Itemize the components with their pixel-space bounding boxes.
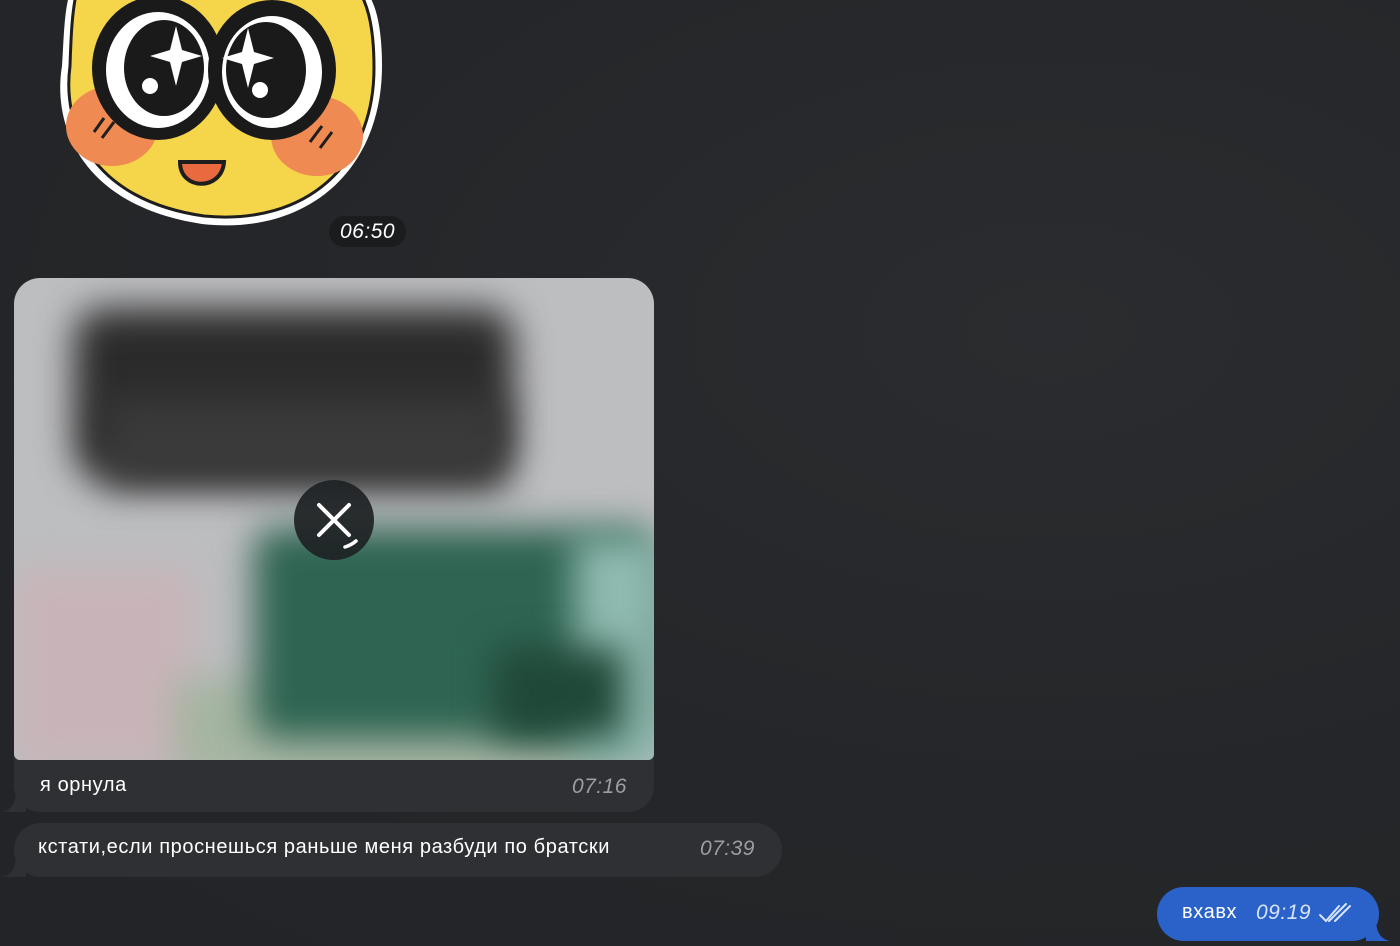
bubble-tail-icon bbox=[1366, 919, 1390, 941]
message-text: кстати,если проснешься раньше меня разбу… bbox=[38, 836, 610, 858]
photo-region bbox=[104, 398, 504, 488]
blurred-photo[interactable] bbox=[14, 278, 654, 760]
message-timestamp: 09:19 bbox=[1256, 901, 1312, 924]
bubble-tail-icon bbox=[2, 855, 26, 877]
photo-message[interactable]: я орнула 07:16 bbox=[14, 278, 654, 812]
message-text: вхавх bbox=[1182, 901, 1238, 923]
sticker-timestamp: 06:50 bbox=[329, 216, 407, 247]
photo-caption: я орнула bbox=[40, 774, 127, 796]
sticker-message[interactable] bbox=[52, 0, 384, 232]
close-icon bbox=[317, 503, 358, 549]
outgoing-text-message[interactable]: вхавх 09:19 bbox=[1157, 887, 1379, 941]
incoming-text-message[interactable]: кстати,если проснешься раньше меня разбу… bbox=[14, 823, 782, 877]
double-check-icon bbox=[1319, 903, 1351, 922]
bubble-tail-icon bbox=[2, 790, 26, 812]
cancel-download-button[interactable] bbox=[294, 480, 374, 560]
chat-area[interactable]: 06:50 я орнула 07:16 кстати,если проснеш… bbox=[0, 0, 1400, 946]
photo-region bbox=[494, 648, 624, 738]
photo-timestamp: 07:16 bbox=[571, 775, 627, 798]
photo-region bbox=[14, 568, 194, 760]
message-timestamp: 07:39 bbox=[699, 837, 755, 860]
sticker-face-icon bbox=[60, 0, 382, 226]
